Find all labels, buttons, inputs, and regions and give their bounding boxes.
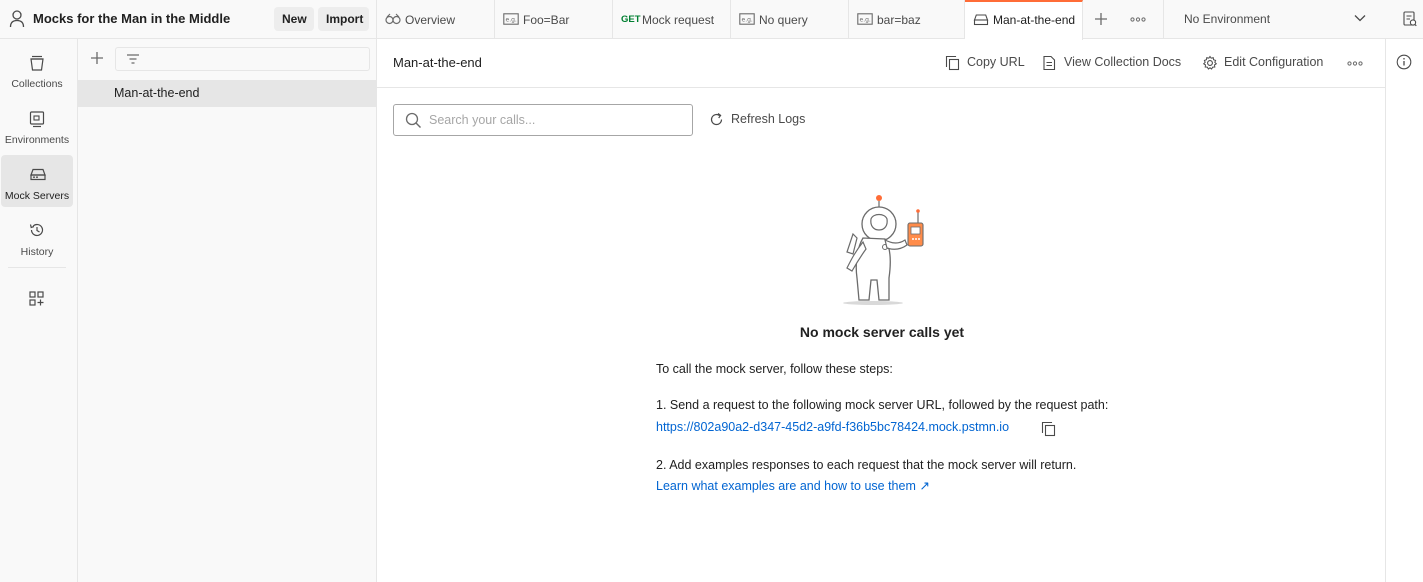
workspace-title[interactable]: Mocks for the Man in the Middle — [33, 11, 230, 26]
mock-server-icon — [973, 13, 989, 26]
new-button[interactable]: New — [274, 7, 314, 31]
history-icon — [29, 222, 45, 238]
more-tabs-icon[interactable] — [1130, 17, 1146, 22]
instructions-step-1: 1. Send a request to the following mock … — [656, 398, 1109, 412]
tab-label: No query — [759, 13, 808, 27]
rail-divider — [8, 267, 66, 268]
tab-bar: Overview e.g. Foo=Bar GET Mock request e… — [377, 0, 1423, 40]
svg-text:e.g.: e.g. — [860, 17, 871, 24]
collections-icon — [29, 54, 45, 72]
search-calls-field[interactable] — [393, 104, 693, 136]
page-title: Man-at-the-end — [393, 55, 482, 70]
tab-foo-bar[interactable]: e.g. Foo=Bar — [495, 0, 613, 39]
instructions-intro: To call the mock server, follow these st… — [656, 362, 893, 376]
environment-select[interactable]: No Environment — [1163, 0, 1413, 39]
tab-label: bar=baz — [877, 13, 921, 27]
refresh-logs-label: Refresh Logs — [731, 112, 806, 126]
tab-no-query[interactable]: e.g. No query — [731, 0, 849, 39]
left-rail: Collections Environments Mock Servers Hi… — [0, 39, 78, 582]
gear-icon — [1202, 55, 1218, 71]
filter-icon — [126, 53, 140, 65]
edit-config-label: Edit Configuration — [1224, 55, 1324, 69]
tab-label: Foo=Bar — [523, 13, 570, 27]
tab-mock-request[interactable]: GET Mock request — [613, 0, 731, 39]
view-docs-label: View Collection Docs — [1064, 55, 1182, 69]
rail-label: Mock Servers — [4, 190, 70, 202]
environment-quick-look-icon[interactable] — [1403, 11, 1417, 27]
sidebar-item-label: Man-at-the-end — [114, 86, 200, 100]
mock-server-url-link[interactable]: https://802a90a2-d347-45d2-a9fd-f36b5bc7… — [656, 420, 1009, 434]
search-icon — [405, 112, 422, 129]
svg-text:e.g.: e.g. — [742, 17, 753, 24]
tab-bar-baz[interactable]: e.g. bar=baz — [849, 0, 965, 39]
environments-icon — [29, 110, 45, 128]
tab-label: Mock request — [642, 13, 715, 27]
sidebar-item-man-at-the-end[interactable]: Man-at-the-end — [78, 80, 377, 107]
user-icon[interactable] — [9, 10, 25, 28]
copy-url-label: Copy URL — [967, 55, 1025, 69]
configure-workbench-icon[interactable] — [28, 290, 46, 308]
overview-icon — [385, 13, 401, 25]
copy-icon[interactable] — [1041, 421, 1056, 437]
info-icon[interactable] — [1396, 54, 1412, 70]
tab-man-at-the-end[interactable]: Man-at-the-end — [965, 0, 1083, 40]
workspace-header: Mocks for the Man in the Middle New Impo… — [0, 0, 377, 39]
chevron-down-icon — [1354, 14, 1366, 22]
tab-overview[interactable]: Overview — [377, 0, 495, 39]
instructions-step-2: 2. Add examples responses to each reques… — [656, 458, 1077, 472]
refresh-icon — [709, 112, 724, 127]
mock-servers-sidebar: Man-at-the-end — [78, 39, 377, 582]
sidebar-filter[interactable] — [115, 47, 370, 71]
document-icon — [1042, 55, 1056, 71]
rail-item-collections[interactable]: Collections — [1, 43, 73, 95]
astronaut-illustration — [833, 192, 933, 307]
empty-state-title: No mock server calls yet — [799, 324, 965, 340]
learn-examples-link[interactable]: Learn what examples are and how to use t… — [656, 478, 930, 493]
example-icon: e.g. — [857, 13, 873, 25]
rail-label: Collections — [11, 78, 63, 90]
svg-text:e.g.: e.g. — [506, 17, 517, 24]
right-context-rail — [1385, 39, 1423, 582]
http-method-badge: GET — [621, 14, 641, 25]
mock-server-header: Man-at-the-end Copy URL View Collection … — [377, 39, 1385, 88]
rail-label: History — [20, 246, 54, 258]
new-tab-icon[interactable] — [1094, 12, 1108, 26]
more-actions-icon[interactable] — [1347, 61, 1363, 66]
copy-icon — [945, 55, 960, 71]
example-icon: e.g. — [503, 13, 519, 25]
environment-label: No Environment — [1184, 12, 1271, 26]
rail-item-environments[interactable]: Environments — [1, 99, 73, 151]
sidebar-filter-input[interactable] — [146, 50, 361, 68]
import-button[interactable]: Import — [318, 7, 369, 31]
example-icon: e.g. — [739, 13, 755, 25]
rail-item-history[interactable]: History — [1, 211, 73, 263]
rail-item-mock-servers[interactable]: Mock Servers — [1, 155, 73, 207]
tab-label: Man-at-the-end — [993, 13, 1076, 27]
mock-servers-icon — [29, 166, 47, 182]
search-calls-input[interactable] — [429, 112, 684, 128]
rail-label: Environments — [4, 134, 70, 146]
add-icon[interactable] — [90, 51, 104, 65]
tab-label: Overview — [405, 13, 456, 27]
